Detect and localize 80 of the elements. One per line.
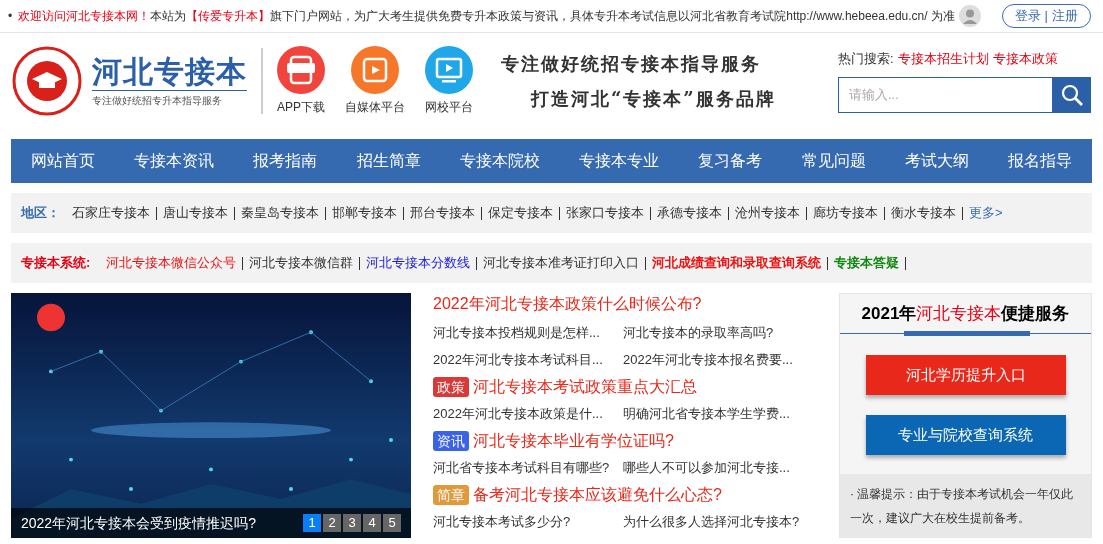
region-label: 地区： (21, 204, 60, 223)
region-link[interactable]: 衡水专接本 (891, 203, 956, 223)
page-button[interactable]: 1 (303, 514, 321, 532)
register-link[interactable]: 注册 (1052, 6, 1078, 26)
region-link[interactable]: 保定专接本 (488, 203, 553, 223)
app-link[interactable]: 自媒体平台 (345, 98, 405, 116)
news-link[interactable]: 为什么很多人选择河北专接本? (623, 511, 800, 532)
news-link[interactable]: 2022年河北专接本政策是什... (433, 403, 623, 424)
region-link[interactable]: 承德专接本 (657, 203, 722, 223)
region-link[interactable]: 张家口专接本 (566, 203, 644, 223)
category-tag: 简章 (433, 484, 469, 505)
slogan: 打造河北“专接本”服务品牌 (529, 87, 776, 111)
nav-item[interactable]: 考试大纲 (905, 149, 969, 173)
news-link[interactable]: 明确河北省专接本学生学费... (623, 403, 790, 424)
category-tag: 政策 (433, 376, 469, 397)
nav-item[interactable]: 网站首页 (30, 149, 95, 173)
system-link[interactable]: 专接本答疑 (834, 253, 900, 273)
screen-icon[interactable] (425, 46, 473, 94)
region-link[interactable]: 石家庄专接本 (72, 203, 150, 223)
system-label: 专接本系统: (21, 254, 91, 273)
news-link[interactable]: 2022年河北专接本报名费要... (623, 349, 793, 370)
news-link[interactable]: 2022年河北专接本考试科目... (433, 349, 623, 370)
nav-item[interactable]: 专接本资讯 (133, 149, 214, 173)
page-button[interactable]: 3 (343, 514, 361, 532)
hot-search-link[interactable]: 专接本招生计划 (897, 49, 989, 69)
region-link[interactable]: 邯郸专接本 (332, 203, 397, 223)
panel-title: 2021年河北专接本便捷服务 (861, 302, 1070, 325)
welcome-notice: 欢迎访问河北专接本网！本站为【传爱专升本】旗下门户网站，为广大考生提供免费专升本政策与资讯，具体专升本考试信息以河北省教育考试院http://www.hebeea.edu.cn/ 为准 (18, 8, 955, 25)
separator: | (1044, 7, 1048, 26)
system-link[interactable]: 河北专接本微信群 (249, 253, 354, 273)
system-link[interactable]: 河北成绩查询和录取查询系统 (652, 253, 822, 273)
slogan: 专注做好统招专接本指导服务 (501, 52, 762, 76)
app-link[interactable]: 网校平台 (425, 98, 473, 116)
phone-icon[interactable] (277, 46, 325, 94)
system-link[interactable]: 河北专接本准考证打印入口 (483, 253, 640, 273)
page-button[interactable]: 5 (383, 514, 401, 532)
service-button[interactable]: 专业与院校查询系统 (865, 415, 1066, 455)
service-button[interactable]: 河北学历提升入口 (865, 355, 1066, 395)
logo-subtitle: 专注做好统招专升本指导服务 (92, 90, 247, 108)
region-link[interactable]: 邢台专接本 (410, 203, 475, 223)
system-link[interactable]: 河北专接本分数线 (366, 253, 471, 273)
nav-item[interactable]: 专接本专业 (579, 149, 660, 173)
more-link[interactable]: 更多> (969, 203, 1003, 223)
news-link[interactable]: 河北专接本考试多少分? (433, 511, 623, 532)
nav-item[interactable]: 报名指导 (1008, 149, 1073, 173)
nav-item[interactable]: 复习备考 (698, 149, 763, 173)
news-link[interactable]: 河北省专接本考试科目有哪些? (433, 457, 623, 478)
tip-text: · 温馨提示：由于专接本考试机会一年仅此一次，建议广大在校生提前备考。 (840, 474, 1091, 537)
nav-item[interactable]: 报考指南 (253, 149, 318, 173)
system-link[interactable]: 河北专接本微信公众号 (106, 253, 237, 273)
hot-search-link[interactable]: 专接本政策 (992, 49, 1058, 69)
headline-link[interactable]: 河北专接本考试政策重点大汇总 (473, 374, 697, 399)
nav-item[interactable]: 招生简章 (356, 149, 421, 173)
category-tag: 资讯 (433, 430, 469, 451)
region-link[interactable]: 秦皇岛专接本 (241, 203, 319, 223)
login-link[interactable]: 登录 (1014, 6, 1041, 26)
play-icon[interactable] (351, 46, 399, 94)
news-link[interactable]: 河北专接本的录取率高吗? (623, 322, 774, 343)
news-link[interactable]: 河北专接本投档规则是怎样... (433, 322, 623, 343)
search-icon (1060, 82, 1084, 107)
region-link[interactable]: 沧州专接本 (735, 203, 800, 223)
headline-link[interactable]: 备考河北专接本应该避免什么心态? (473, 482, 722, 507)
news-link[interactable]: 哪些人不可以参加河北专接... (623, 457, 790, 478)
page-button[interactable]: 4 (363, 514, 381, 532)
search-button[interactable] (1053, 76, 1091, 113)
region-link[interactable]: 廊坊专接本 (813, 203, 878, 223)
search-field[interactable]: 请输入... (838, 76, 1053, 113)
logo-emblem[interactable] (12, 46, 82, 116)
hot-search-label: 热门搜索: (838, 50, 894, 69)
nav-item[interactable]: 常见问题 (801, 149, 866, 173)
avatar-icon[interactable] (958, 5, 981, 27)
bullet: • (8, 8, 13, 25)
app-link[interactable]: APP下载 (277, 98, 325, 116)
slide-caption: 2022年河北专接本会受到疫情推迟吗? (21, 513, 256, 533)
headline-link[interactable]: 2022年河北专接本政策什么时候公布? (433, 293, 823, 319)
page-button[interactable]: 2 (323, 514, 341, 532)
nav-item[interactable]: 专接本院校 (459, 149, 540, 173)
region-link[interactable]: 唐山专接本 (163, 203, 228, 223)
logo-title: 河北专接本 (92, 54, 247, 90)
headline-link[interactable]: 河北专接本毕业有学位证吗? (473, 428, 674, 453)
